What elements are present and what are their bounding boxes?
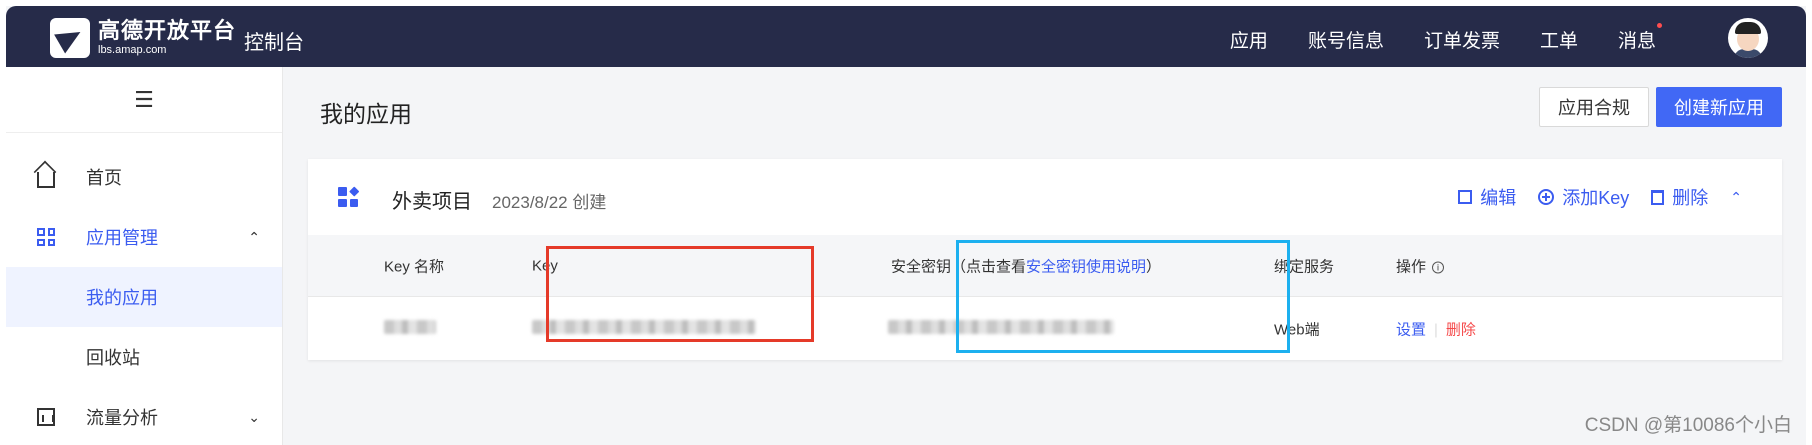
app-created-date: 2023/8/22 创建: [492, 193, 607, 212]
key-name-redacted: [384, 319, 436, 338]
sidebar-item-app-management[interactable]: 应用管理 ⌃: [6, 207, 282, 267]
app-frame: 高德开放平台 lbs.amap.com 控制台 应用 账号信息 订单发票 工单 …: [6, 6, 1806, 445]
chart-icon: [36, 407, 56, 427]
logo-url: lbs.amap.com: [98, 44, 167, 56]
sidebar-item-label: 流量分析: [86, 408, 158, 428]
home-icon: [36, 167, 56, 188]
delete-app-button[interactable]: 删除: [1651, 184, 1708, 210]
secret-highlight-box: [956, 240, 1290, 353]
sidebar: ☰ 首页 应用管理 ⌃ 我的应用 回收站 流量分析 ⌄: [6, 67, 283, 445]
add-circle-icon: [1538, 189, 1555, 205]
top-bar: 高德开放平台 lbs.amap.com 控制台 应用 账号信息 订单发票 工单 …: [6, 6, 1806, 67]
sidebar-item-home[interactable]: 首页: [6, 147, 282, 207]
nav-messages-label: 消息: [1617, 31, 1656, 52]
sidebar-item-label: 应用管理: [86, 228, 158, 248]
menu-toggle-icon[interactable]: ☰: [6, 67, 282, 133]
nav-account[interactable]: 账号信息: [1308, 26, 1384, 53]
chevron-down-icon: ⌄: [248, 408, 260, 425]
sidebar-item-recycle-bin[interactable]: 回收站: [6, 327, 282, 387]
sidebar-item-my-apps[interactable]: 我的应用: [6, 267, 282, 327]
amap-logo[interactable]: 高德开放平台 lbs.amap.com: [50, 18, 236, 58]
delete-key-link[interactable]: 删除: [1446, 321, 1476, 338]
user-avatar[interactable]: [1728, 18, 1768, 58]
trash-icon: [1651, 189, 1665, 205]
logo-title: 高德开放平台: [98, 18, 237, 43]
collapse-chevron-icon[interactable]: ⌃: [1730, 189, 1742, 206]
grid-icon: [36, 227, 56, 247]
app-compliance-button[interactable]: 应用合规: [1539, 87, 1649, 127]
sidebar-item-traffic-analysis[interactable]: 流量分析 ⌄: [6, 387, 282, 445]
row-operations: 设置 | 删除: [1396, 321, 1476, 338]
add-key-button[interactable]: 添加Key: [1538, 184, 1629, 210]
csdn-watermark: CSDN @第10086个小白: [1584, 415, 1792, 436]
key-highlight-box: [546, 246, 814, 342]
logo-mark-icon: [50, 18, 90, 58]
col-key-name: Key 名称: [384, 258, 445, 275]
col-ops: 操作 i: [1396, 255, 1445, 276]
app-card-header: 外卖项目 2023/8/22 创建 编辑 添加Key 删除 ⌃: [308, 159, 1782, 235]
console-label[interactable]: 控制台: [244, 26, 304, 55]
app-icon: [338, 186, 359, 207]
top-nav: 应用 账号信息 订单发票 工单 消息: [1230, 23, 1662, 53]
unread-dot-icon: [1657, 23, 1662, 28]
sidebar-item-label: 首页: [86, 168, 122, 188]
edit-icon: [1458, 190, 1473, 204]
card-actions: 编辑 添加Key 删除 ⌃: [1458, 184, 1742, 210]
nav-tickets[interactable]: 工单: [1540, 26, 1578, 53]
info-icon[interactable]: i: [1432, 261, 1445, 273]
nav-invoices[interactable]: 订单发票: [1424, 26, 1500, 53]
page-title: 我的应用: [320, 101, 412, 127]
app-name: 外卖项目: [392, 191, 472, 213]
settings-link[interactable]: 设置: [1396, 321, 1426, 338]
sidebar-item-label: 我的应用: [86, 288, 158, 308]
sidebar-item-label: 回收站: [86, 348, 140, 368]
create-app-button[interactable]: 创建新应用: [1656, 87, 1782, 127]
nav-messages[interactable]: 消息: [1617, 23, 1662, 53]
chevron-up-icon: ⌃: [248, 228, 260, 245]
nav-apps[interactable]: 应用: [1230, 26, 1268, 53]
edit-button[interactable]: 编辑: [1458, 184, 1516, 210]
